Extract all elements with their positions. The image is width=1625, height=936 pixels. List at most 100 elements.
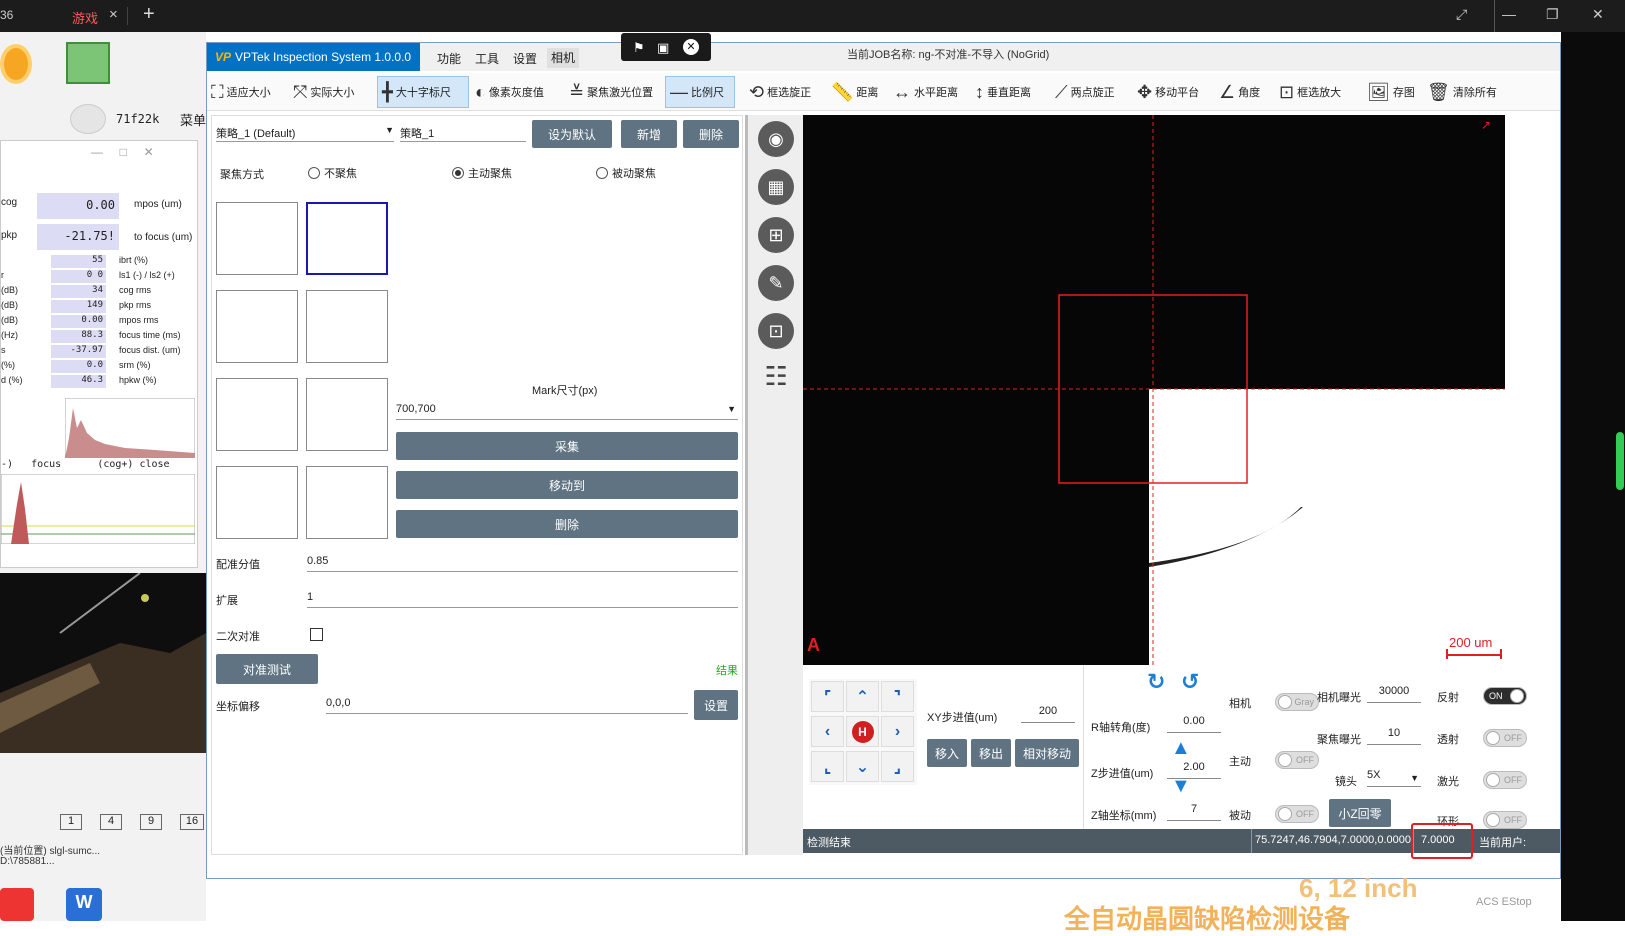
strategy-name-input[interactable]: 策略_1 bbox=[400, 122, 526, 142]
expand-icon[interactable]: ⤢ bbox=[1456, 6, 1467, 23]
stat-value[interactable]: 0 0 bbox=[51, 270, 106, 283]
menu-label[interactable]: 菜单 bbox=[180, 110, 206, 129]
jog-up-right-icon[interactable]: ⌝ bbox=[881, 681, 914, 712]
word-icon[interactable]: W bbox=[66, 888, 102, 921]
actual-size-button[interactable]: ⤧ 实际大小 bbox=[293, 76, 354, 108]
rotate-cw-icon[interactable]: ↺ bbox=[1181, 669, 1199, 695]
ring-toggle[interactable]: OFF bbox=[1483, 811, 1527, 829]
screen-icon[interactable]: ▣ bbox=[657, 40, 669, 56]
close-window-button[interactable]: ✕ bbox=[1592, 6, 1604, 23]
clear-all-button[interactable]: 🗑 清除所有 bbox=[1427, 76, 1497, 108]
box-zoom-button[interactable]: ⊡ 框选放大 bbox=[1279, 76, 1341, 108]
focus-exposure-input[interactable]: 10 bbox=[1367, 727, 1421, 745]
small-z-home-button[interactable]: 小Z回零 bbox=[1329, 799, 1391, 827]
save-image-button[interactable]: 🖼 存图 bbox=[1367, 76, 1415, 108]
mark-slot-4[interactable] bbox=[306, 290, 388, 363]
pin-icon[interactable]: ⚑ bbox=[633, 40, 645, 56]
checklist-icon[interactable]: ☷ bbox=[758, 361, 794, 397]
radio-no-focus[interactable]: 不聚焦 bbox=[308, 165, 357, 181]
move-in-button[interactable]: 移入 bbox=[927, 739, 967, 767]
strategy-select[interactable]: 策略_1 (Default) ▼ bbox=[216, 122, 394, 142]
restore-button[interactable]: ❐ bbox=[1546, 6, 1559, 23]
pixel-gray-button[interactable]: ◐ 像素灰度值 bbox=[475, 76, 544, 108]
new-tab-button[interactable]: + bbox=[143, 3, 155, 26]
remove-mark-button[interactable]: 删除 bbox=[396, 510, 738, 538]
mark-slot-8[interactable] bbox=[306, 466, 388, 539]
page-4-button[interactable]: 4 bbox=[100, 814, 122, 830]
image-frame-icon[interactable]: ⊡ bbox=[758, 313, 794, 349]
tab-game[interactable]: 游戏 bbox=[72, 8, 98, 27]
camera-toggle[interactable]: Gray bbox=[1275, 693, 1319, 711]
wafer-map-icon[interactable]: ⊞ bbox=[758, 217, 794, 253]
camera-exposure-input[interactable]: 30000 bbox=[1367, 685, 1421, 703]
angle-button[interactable]: ∠ 角度 bbox=[1219, 76, 1260, 108]
menu-function[interactable]: 功能 bbox=[437, 50, 461, 67]
align-test-button[interactable]: 对准测试 bbox=[216, 654, 318, 684]
page-9-button[interactable]: 9 bbox=[140, 814, 162, 830]
z-down-icon[interactable]: ▼ bbox=[1171, 775, 1191, 798]
transmit-toggle[interactable]: OFF bbox=[1483, 729, 1527, 747]
set-default-button[interactable]: 设为默认 bbox=[532, 120, 612, 148]
mark-slot-7[interactable] bbox=[216, 466, 298, 539]
mark-size-select[interactable]: 700,700 ▼ bbox=[396, 400, 738, 420]
jog-down-right-icon[interactable]: ⌟ bbox=[881, 751, 914, 782]
tab-close-icon[interactable]: × bbox=[109, 6, 118, 23]
mark-slot-3[interactable] bbox=[216, 290, 298, 363]
vertical-distance-button[interactable]: ↕ 垂直距离 bbox=[975, 76, 1031, 108]
two-point-rotate-button[interactable]: ⟋ 两点旋正 bbox=[1055, 76, 1115, 108]
offset-input[interactable]: 0,0,0 bbox=[326, 694, 688, 714]
minimize-button[interactable]: — bbox=[1502, 6, 1516, 22]
menu-camera[interactable]: 相机 bbox=[547, 48, 580, 68]
scale-bar-button[interactable]: — 比例尺 bbox=[665, 76, 735, 108]
move-to-button[interactable]: 移动到 bbox=[396, 471, 738, 499]
camera-view[interactable]: ↗ A 200 um bbox=[803, 115, 1505, 665]
add-strategy-button[interactable]: 新增 bbox=[621, 120, 677, 148]
page-1-button[interactable]: 1 bbox=[60, 814, 82, 830]
xy-step-input[interactable]: 200 bbox=[1021, 705, 1075, 723]
page-16-button[interactable]: 16 bbox=[180, 814, 204, 830]
jog-up-left-icon[interactable]: ⌜ bbox=[811, 681, 844, 712]
box-rotate-button[interactable]: ⟲ 框选旋正 bbox=[749, 76, 811, 108]
jog-up-icon[interactable]: ⌃ bbox=[846, 681, 879, 712]
measure-tools-icon[interactable]: ✎ bbox=[758, 265, 794, 301]
z-up-icon[interactable]: ▲ bbox=[1171, 737, 1191, 760]
match-score-input[interactable]: 0.85 bbox=[307, 552, 738, 572]
rotate-ccw-icon[interactable]: ↻ bbox=[1147, 669, 1165, 695]
reflect-toggle[interactable]: ON bbox=[1483, 687, 1527, 705]
relative-move-button[interactable]: 相对移动 bbox=[1015, 739, 1079, 767]
menu-settings[interactable]: 设置 bbox=[513, 50, 537, 67]
radio-passive-focus[interactable]: 被动聚焦 bbox=[596, 165, 656, 181]
active-toggle[interactable]: OFF bbox=[1275, 751, 1319, 769]
horizontal-distance-button[interactable]: ↔ 水平距离 bbox=[893, 76, 958, 108]
overlay-close-icon[interactable]: ✕ bbox=[683, 39, 699, 55]
z-coord-input[interactable]: 7 bbox=[1167, 803, 1221, 821]
app-icon[interactable] bbox=[0, 44, 32, 84]
wps-pdf-icon[interactable] bbox=[0, 888, 34, 921]
grid-icon[interactable]: ▦ bbox=[758, 169, 794, 205]
notepad-icon[interactable] bbox=[66, 42, 110, 84]
laser-toggle[interactable]: OFF bbox=[1483, 771, 1527, 789]
jog-left-icon[interactable]: ‹ bbox=[811, 716, 844, 747]
collect-button[interactable]: 采集 bbox=[396, 432, 738, 460]
mark-slot-2[interactable] bbox=[306, 202, 388, 275]
move-out-button[interactable]: 移出 bbox=[971, 739, 1011, 767]
radio-active-focus[interactable]: 主动聚焦 bbox=[452, 165, 512, 181]
jog-right-icon[interactable]: › bbox=[881, 716, 914, 747]
delete-strategy-button[interactable]: 删除 bbox=[683, 120, 739, 148]
focus-laser-button[interactable]: ≚ 聚焦激光位置 bbox=[569, 76, 653, 108]
set-offset-button[interactable]: 设置 bbox=[694, 690, 738, 720]
passive-toggle[interactable]: OFF bbox=[1275, 805, 1319, 823]
camera-icon[interactable]: ◉ bbox=[758, 121, 794, 157]
second-align-checkbox[interactable] bbox=[310, 628, 323, 641]
lens-select[interactable]: 5X ▼ bbox=[1367, 769, 1421, 787]
home-button[interactable]: H bbox=[846, 716, 879, 747]
r-angle-input[interactable]: 0.00 bbox=[1167, 715, 1221, 733]
jog-down-left-icon[interactable]: ⌞ bbox=[811, 751, 844, 782]
jog-down-icon[interactable]: ⌄ bbox=[846, 751, 879, 782]
extend-input[interactable]: 1 bbox=[307, 588, 738, 608]
big-crosshair-button[interactable]: ╋ 大十字标尺 bbox=[377, 76, 469, 108]
tab-fragment[interactable]: 36 bbox=[0, 8, 13, 22]
mark-slot-6[interactable] bbox=[306, 378, 388, 451]
panel-window-controls[interactable]: — □ ✕ bbox=[91, 145, 154, 159]
fit-size-button[interactable]: ⛶ 适应大小 bbox=[211, 76, 271, 108]
